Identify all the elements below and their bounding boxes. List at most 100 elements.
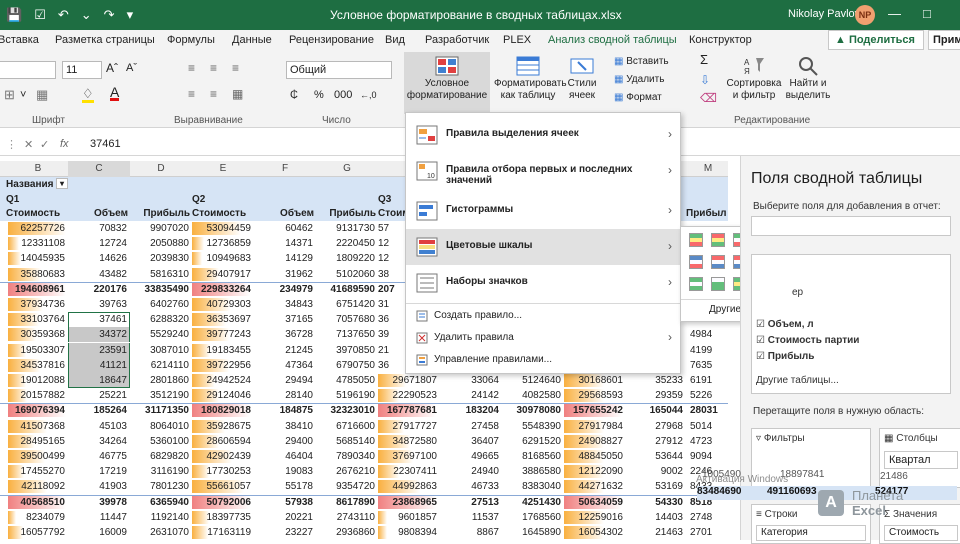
cell-cost-q1[interactable]: 33103764 (8, 312, 68, 327)
cell-volume-q1[interactable]: 14626 (68, 251, 130, 266)
cell-profit-q1[interactable]: 2801860 (130, 373, 192, 388)
find-select-button[interactable]: Найти и выделить (782, 56, 834, 102)
cell-cost-q4[interactable]: 30168601 (564, 373, 626, 388)
cell-volume-q2[interactable]: 23227 (254, 525, 316, 540)
cell-cost-q3[interactable]: 22307411 (378, 464, 440, 479)
dropdown-icon[interactable]: ˅ (20, 89, 26, 101)
cell-cost-q2[interactable]: 29407917 (192, 267, 254, 282)
menu-clear-rules[interactable]: Удалить правила › (406, 327, 680, 349)
percent-icon[interactable]: % (314, 89, 324, 101)
cell-cost-q2[interactable]: 24942524 (192, 373, 254, 388)
color-scale-option[interactable] (711, 277, 725, 291)
cell-profit-q2[interactable]: 5685140 (316, 434, 378, 449)
merge-icon[interactable]: ▦ (232, 88, 243, 100)
cell-cost-q1[interactable]: 40568510 (8, 495, 68, 510)
cell-cost-q4[interactable]: 12259016 (564, 510, 626, 525)
cell-profit-q2[interactable]: 9131730 (316, 221, 378, 236)
cell-cost-q1[interactable]: 17455270 (8, 464, 68, 479)
cell-cost-q1[interactable]: 62257726 (8, 221, 68, 236)
cell-profit-q4[interactable]: 6191 (686, 373, 728, 388)
font-size-select[interactable]: 11 (62, 61, 102, 79)
cell-volume-q2[interactable]: 47364 (254, 358, 316, 373)
cell-cost-q3[interactable]: 29671807 (378, 373, 440, 388)
column-header-G[interactable]: G (316, 161, 378, 177)
cell-profit-q1[interactable]: 2050880 (130, 236, 192, 251)
cell-cost-q3[interactable]: 23868965 (378, 495, 440, 510)
cell-volume-q3[interactable]: 24142 (440, 388, 502, 403)
cell-profit-q1[interactable]: 3116190 (130, 464, 192, 479)
align-center-icon[interactable]: ≡ (210, 88, 217, 100)
field-item[interactable]: ☑ Объем, л (756, 319, 814, 330)
cell-volume-q1[interactable]: 34372 (68, 327, 130, 342)
cell-profit-q2[interactable]: 7057680 (316, 312, 378, 327)
cell-cost-q3[interactable]: 9808394 (378, 525, 440, 540)
cell-profit-q1[interactable]: 2039830 (130, 251, 192, 266)
cell-cost-q1[interactable]: 20157882 (8, 388, 68, 403)
cell-profit-q1[interactable]: 3087010 (130, 343, 192, 358)
column-header-C[interactable]: C (68, 161, 130, 177)
tab-view[interactable]: Вид (385, 34, 405, 46)
cell-profit-q1[interactable]: 9907020 (130, 221, 192, 236)
cell-volume-q1[interactable]: 46775 (68, 449, 130, 464)
cell-volume-q2[interactable]: 37165 (254, 312, 316, 327)
currency-icon[interactable]: ₵ (290, 89, 298, 101)
wrap-icon[interactable]: ≡ (232, 62, 239, 74)
cell-cost-q4[interactable]: 50634059 (564, 495, 626, 510)
category-field-chip[interactable]: Категория (756, 525, 866, 541)
cell-volume-q3[interactable]: 24940 (440, 464, 502, 479)
cell-cost-q4[interactable]: 24908827 (564, 434, 626, 449)
cell-volume-q2[interactable]: 234979 (254, 282, 316, 297)
menu-icon-sets[interactable]: Наборы значков › (406, 265, 680, 301)
tab-review[interactable]: Рецензирование (289, 34, 374, 46)
cell-profit-q3[interactable]: 30978080 (502, 403, 564, 418)
cell-profit-q4[interactable]: 4984 (686, 327, 728, 342)
cell-volume-q1[interactable]: 17219 (68, 464, 130, 479)
cell-profit-q2[interactable]: 32323010 (316, 403, 378, 418)
cell-profit-q3[interactable]: 8168560 (502, 449, 564, 464)
filter-dropdown-icon[interactable]: ▾ (56, 178, 68, 189)
cell-profit-q2[interactable]: 2936860 (316, 525, 378, 540)
insert-cells-button[interactable]: ▦ Вставить (614, 56, 669, 68)
cell-volume-q2[interactable]: 60462 (254, 221, 316, 236)
cell-volume-q1[interactable]: 43482 (68, 267, 130, 282)
cell-cost-q2[interactable]: 50792006 (192, 495, 254, 510)
menu-color-scales[interactable]: Цветовые шкалы › (406, 229, 680, 265)
cell-volume-q1[interactable]: 220176 (68, 282, 130, 297)
cell-volume-q2[interactable]: 20221 (254, 510, 316, 525)
format-as-table-button[interactable]: Форматировать как таблицу (494, 56, 567, 102)
cell-profit-q3[interactable]: 4251430 (502, 495, 564, 510)
tab-plex[interactable]: PLEX (503, 34, 531, 46)
cell-volume-q2[interactable]: 57938 (254, 495, 316, 510)
cell-profit-q4[interactable]: 2748 (686, 510, 728, 525)
cell-profit-q1[interactable]: 8064010 (130, 419, 192, 434)
tab-formulas[interactable]: Формулы (167, 34, 215, 46)
cell-cost-q2[interactable]: 39777243 (192, 327, 254, 342)
fill-color-icon[interactable]: ♢ (82, 87, 94, 103)
formula-input[interactable]: 37461 (90, 138, 121, 150)
cell-volume-q1[interactable]: 18647 (68, 373, 130, 388)
cell-volume-q4[interactable]: 53169 (626, 479, 686, 494)
cell-cost-q4[interactable]: 16054302 (564, 525, 626, 540)
tab-insert[interactable]: Вставка (0, 34, 39, 46)
cell-profit-q3[interactable]: 5548390 (502, 419, 564, 434)
cell-cost-q3[interactable]: 34872580 (378, 434, 440, 449)
delete-cells-button[interactable]: ▦ Удалить (614, 74, 664, 86)
cell-cost-q2[interactable]: 35928675 (192, 419, 254, 434)
field-item[interactable]: ☑ Прибыль (756, 351, 814, 362)
cell-cost-q1[interactable]: 16057792 (8, 525, 68, 540)
cell-volume-q4[interactable]: 27968 (626, 419, 686, 434)
cell-profit-q4[interactable]: 7635 (686, 358, 728, 373)
cell-cost-q2[interactable]: 40729303 (192, 297, 254, 312)
font-name-select[interactable] (0, 61, 56, 79)
cell-profit-q2[interactable]: 2220450 (316, 236, 378, 251)
cell-volume-q2[interactable]: 14129 (254, 251, 316, 266)
cell-cost-q1[interactable]: 14045935 (8, 251, 68, 266)
thousands-icon[interactable]: 000 (334, 89, 352, 101)
cell-cost-q2[interactable]: 12736859 (192, 236, 254, 251)
color-scale-option[interactable] (711, 233, 725, 247)
sort-filter-button[interactable]: AЯ Сортировка и фильтр (726, 56, 782, 102)
cell-volume-q1[interactable]: 12724 (68, 236, 130, 251)
chevron-down-icon[interactable]: ⌄ (81, 7, 92, 23)
menu-top-bottom-rules[interactable]: 10 Правила отбора первых и последних зна… (406, 153, 680, 189)
conditional-formatting-button[interactable]: Условное форматирование (404, 52, 490, 114)
